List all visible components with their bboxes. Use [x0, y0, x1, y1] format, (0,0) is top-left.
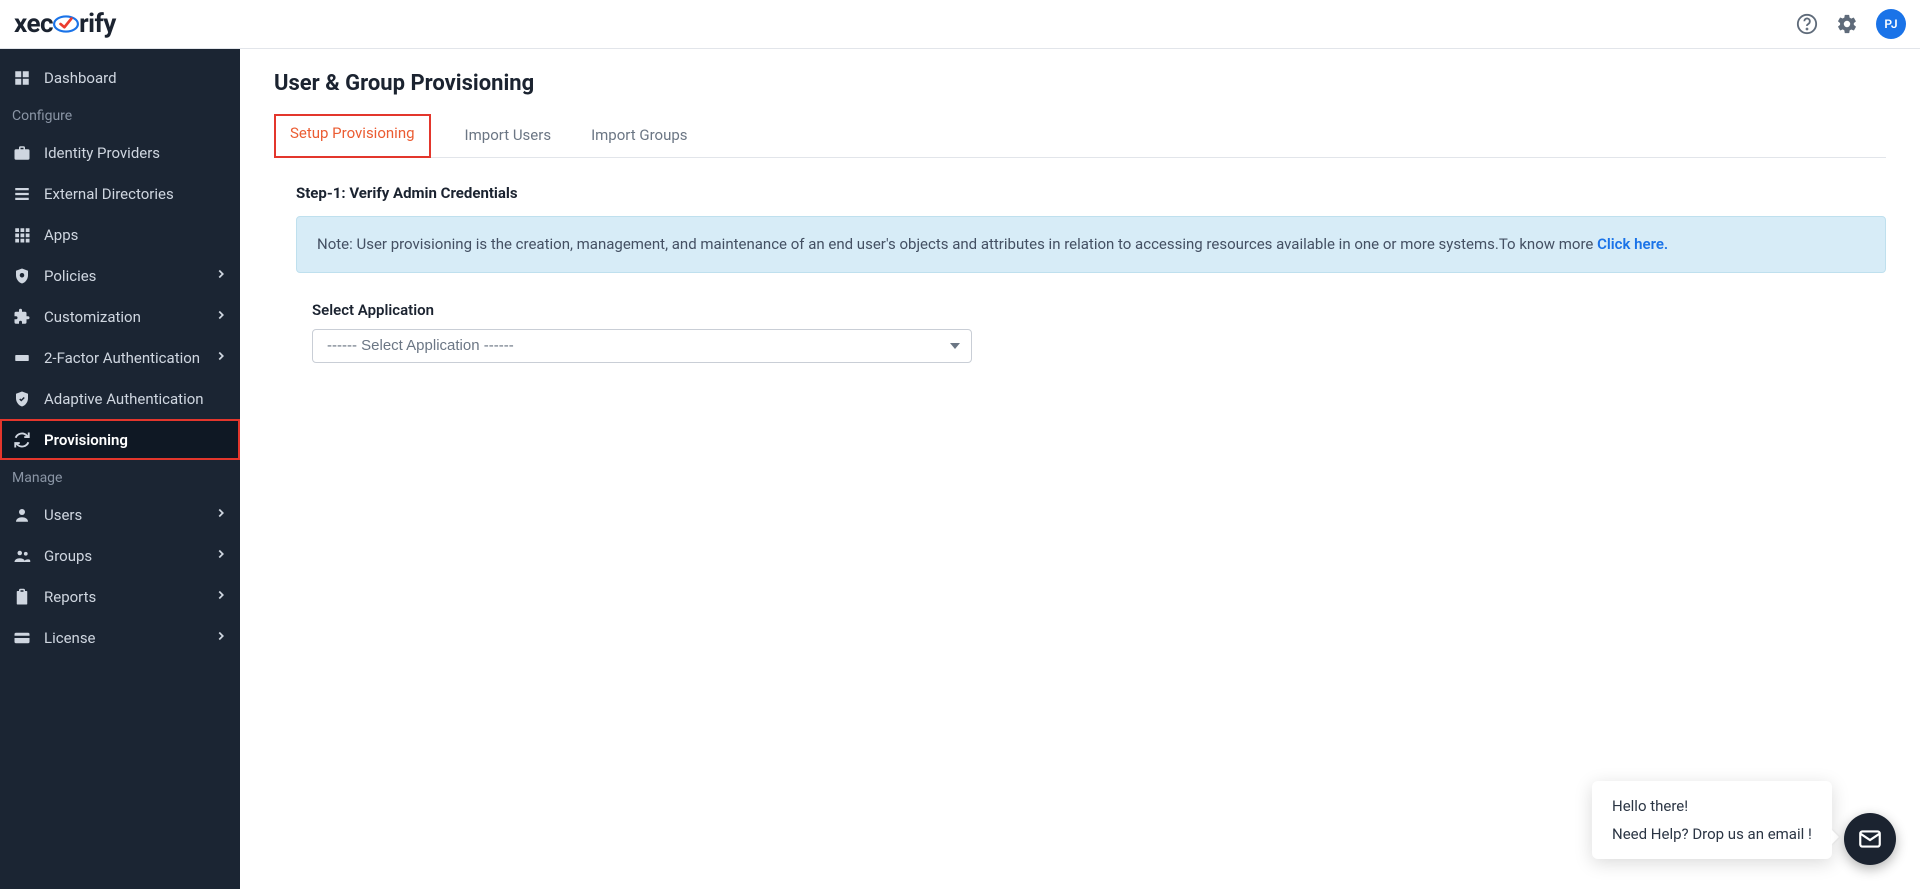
sidebar-section-manage: Manage: [0, 460, 240, 494]
brand-check-icon: [53, 11, 79, 37]
sidebar-item-adaptive-auth[interactable]: Adaptive Authentication: [0, 378, 240, 419]
shield-check-icon: [12, 389, 32, 409]
topbar: xec rify PJ: [0, 0, 1920, 49]
chevron-right-icon: [214, 348, 228, 367]
sidebar-item-label: Groups: [44, 547, 202, 565]
tab-setup-provisioning[interactable]: Setup Provisioning: [274, 114, 431, 158]
tab-import-users[interactable]: Import Users: [459, 114, 558, 158]
sidebar-item-label: Adaptive Authentication: [44, 390, 228, 408]
step-heading: Step-1: Verify Admin Credentials: [296, 184, 1886, 202]
main-content: User & Group Provisioning Setup Provisio…: [240, 49, 1920, 889]
chevron-right-icon: [214, 546, 228, 565]
sidebar-item-label: Customization: [44, 308, 202, 326]
sidebar-item-label: Provisioning: [44, 431, 228, 449]
select-application[interactable]: ------ Select Application ------: [312, 329, 972, 363]
chat-fab[interactable]: [1844, 813, 1896, 865]
brand-logo[interactable]: xec rify: [14, 9, 116, 39]
page-title: User & Group Provisioning: [274, 71, 1886, 96]
sidebar-item-customization[interactable]: Customization: [0, 296, 240, 337]
sidebar-item-groups[interactable]: Groups: [0, 535, 240, 576]
chat-line2: Need Help? Drop us an email !: [1612, 825, 1812, 843]
note-link[interactable]: Click here.: [1597, 235, 1668, 253]
sidebar: Dashboard Configure Identity Providers E…: [0, 49, 240, 889]
sidebar-item-apps[interactable]: Apps: [0, 214, 240, 255]
sidebar-item-provisioning[interactable]: Provisioning: [0, 419, 240, 460]
tabs: Setup Provisioning Import Users Import G…: [274, 114, 1886, 158]
card-icon: [12, 628, 32, 648]
gear-icon[interactable]: [1836, 13, 1858, 35]
chevron-right-icon: [214, 307, 228, 326]
sidebar-item-label: Reports: [44, 588, 202, 606]
people-icon: [12, 546, 32, 566]
note-text: Note: User provisioning is the creation,…: [317, 235, 1597, 253]
chat-popup: Hello there! Need Help? Drop us an email…: [1592, 781, 1832, 859]
select-application-label: Select Application: [312, 301, 1886, 319]
brand-text-pre: xec: [14, 9, 53, 39]
list-icon: [12, 184, 32, 204]
sidebar-item-label: License: [44, 629, 202, 647]
sidebar-item-external-directories[interactable]: External Directories: [0, 173, 240, 214]
sidebar-item-reports[interactable]: Reports: [0, 576, 240, 617]
otp-icon: [12, 348, 32, 368]
avatar[interactable]: PJ: [1876, 9, 1906, 39]
sidebar-section-configure: Configure: [0, 98, 240, 132]
sidebar-item-dashboard[interactable]: Dashboard: [0, 57, 240, 98]
sidebar-item-label: Users: [44, 506, 202, 524]
sidebar-item-label: 2-Factor Authentication: [44, 349, 202, 367]
sidebar-item-label: Dashboard: [44, 69, 228, 87]
help-icon[interactable]: [1796, 13, 1818, 35]
sidebar-item-label: External Directories: [44, 185, 228, 203]
shield-search-icon: [12, 266, 32, 286]
chevron-right-icon: [214, 266, 228, 285]
clipboard-icon: [12, 587, 32, 607]
sidebar-item-license[interactable]: License: [0, 617, 240, 658]
sync-icon: [12, 430, 32, 450]
chat-line1: Hello there!: [1612, 797, 1812, 815]
dashboard-icon: [12, 68, 32, 88]
person-icon: [12, 505, 32, 525]
mail-icon: [1857, 826, 1883, 852]
sidebar-item-2fa[interactable]: 2-Factor Authentication: [0, 337, 240, 378]
sidebar-item-policies[interactable]: Policies: [0, 255, 240, 296]
sidebar-item-label: Policies: [44, 267, 202, 285]
brand-text-post: rify: [79, 9, 116, 39]
sidebar-item-label: Identity Providers: [44, 144, 228, 162]
chevron-right-icon: [214, 628, 228, 647]
sidebar-item-label: Apps: [44, 226, 228, 244]
apps-grid-icon: [12, 225, 32, 245]
sidebar-item-users[interactable]: Users: [0, 494, 240, 535]
note-box: Note: User provisioning is the creation,…: [296, 216, 1886, 273]
chevron-right-icon: [214, 587, 228, 606]
chevron-right-icon: [214, 505, 228, 524]
select-application-wrap: ------ Select Application ------: [312, 329, 972, 363]
briefcase-icon: [12, 143, 32, 163]
sidebar-item-identity-providers[interactable]: Identity Providers: [0, 132, 240, 173]
tab-import-groups[interactable]: Import Groups: [585, 114, 693, 158]
puzzle-icon: [12, 307, 32, 327]
